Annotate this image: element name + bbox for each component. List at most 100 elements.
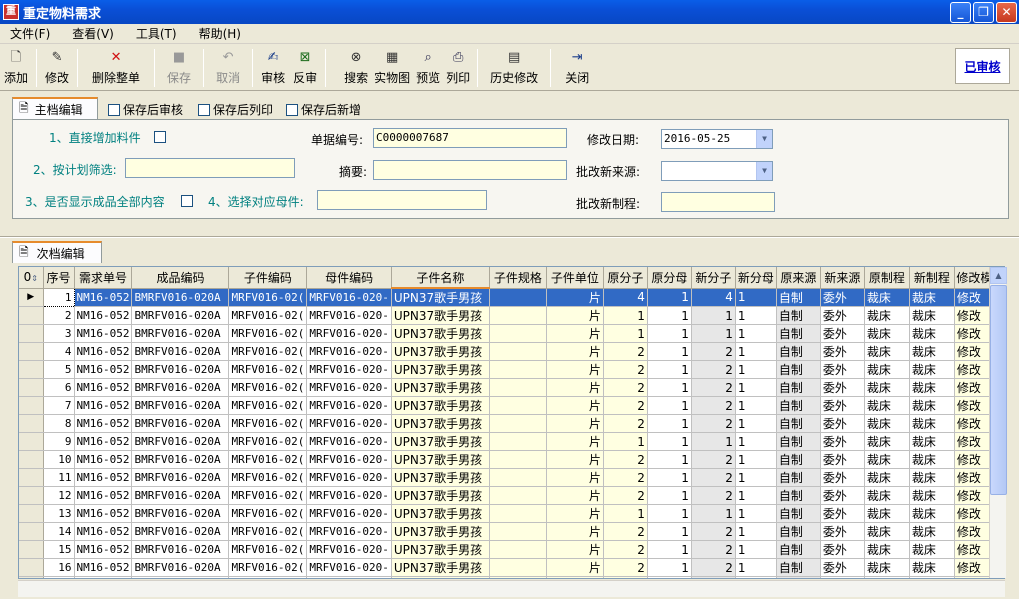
table-cell[interactable]: 15 (43, 540, 75, 559)
table-cell[interactable]: UPN37歌手男孩 (391, 558, 490, 577)
table-cell[interactable]: 裁床 (909, 504, 955, 523)
table-cell[interactable]: 1 (691, 576, 736, 578)
table-cell[interactable]: UPN37歌手男孩 (391, 396, 490, 415)
table-cell[interactable]: 2 (603, 396, 648, 415)
table-cell[interactable]: 2 (603, 558, 648, 577)
table-cell[interactable]: 2 (603, 486, 648, 505)
close-button[interactable]: ⇥ 关闭 (555, 45, 599, 89)
row-indicator[interactable] (19, 558, 44, 577)
table-cell[interactable]: 裁床 (909, 378, 955, 397)
table-cell[interactable]: 1 (735, 432, 777, 451)
table-cell[interactable]: 11 (43, 468, 75, 487)
option-save-new[interactable]: 保存后新增 (286, 101, 361, 118)
table-cell[interactable]: 自制 (776, 450, 821, 469)
table-cell[interactable]: NM16-052 (74, 468, 133, 487)
table-cell[interactable]: 裁床 (864, 504, 910, 523)
approve-button[interactable]: ✍ 审核 (257, 45, 289, 89)
table-cell[interactable] (489, 468, 547, 487)
table-cell[interactable]: 10 (43, 450, 75, 469)
summary-field[interactable] (373, 160, 567, 180)
table-cell[interactable]: 委外 (820, 468, 865, 487)
table-cell[interactable]: BMRFV016-020A (131, 288, 230, 307)
table-cell[interactable]: BMRFV016-020A (131, 450, 230, 469)
table-cell[interactable] (489, 540, 547, 559)
table-cell[interactable]: 裁床 (909, 558, 955, 577)
table-row[interactable]: 4 NM16-052 BMRFV016-020A MRFV016-02(MRFV016… (19, 342, 995, 361)
table-cell[interactable]: 片 (546, 576, 604, 578)
table-cell[interactable]: 3 (43, 324, 75, 343)
table-cell[interactable]: 委外 (820, 558, 865, 577)
table-cell[interactable]: 1 (647, 324, 692, 343)
table-cell[interactable]: NM16-052 (74, 432, 133, 451)
table-cell[interactable]: 委外 (820, 324, 865, 343)
table-cell[interactable]: 片 (546, 414, 604, 433)
table-cell[interactable]: 裁床 (909, 414, 955, 433)
horizontal-scrollbar[interactable] (18, 580, 1005, 597)
history-button[interactable]: ▤ 历史修改 (482, 45, 546, 89)
table-row[interactable]: 2 NM16-052 BMRFV016-020A MRFV016-02(MRFV016… (19, 306, 995, 325)
table-cell[interactable]: 裁床 (864, 288, 910, 307)
table-cell[interactable]: 1 (691, 504, 736, 523)
table-cell[interactable]: MRFV016-020- (306, 306, 392, 325)
table-cell[interactable]: 自制 (776, 342, 821, 361)
table-cell[interactable] (489, 486, 547, 505)
row-indicator[interactable] (19, 468, 44, 487)
row-indicator[interactable] (19, 324, 44, 343)
table-cell[interactable]: NM16-052 (74, 576, 133, 578)
table-cell[interactable]: 裁床 (864, 324, 910, 343)
table-cell[interactable]: 片 (546, 360, 604, 379)
table-cell[interactable]: 1 (691, 432, 736, 451)
table-cell[interactable]: 1 (735, 306, 777, 325)
table-cell[interactable]: 2 (691, 396, 736, 415)
table-cell[interactable]: NM16-052 (74, 396, 133, 415)
table-cell[interactable]: UPN37歌手男孩 (391, 468, 490, 487)
table-cell[interactable]: MRFV016-020- (306, 378, 392, 397)
table-cell[interactable]: 1 (647, 360, 692, 379)
table-cell[interactable] (489, 450, 547, 469)
table-cell[interactable]: 2 (691, 342, 736, 361)
search-button[interactable]: ⊗ 搜索 (330, 45, 371, 89)
table-cell[interactable]: 4 (691, 288, 736, 307)
table-cell[interactable]: 委外 (820, 432, 865, 451)
table-cell[interactable]: 裁床 (864, 576, 910, 578)
table-cell[interactable]: MRFV016-02( (228, 522, 308, 541)
table-cell[interactable]: 片 (546, 324, 604, 343)
table-cell[interactable]: NM16-052 (74, 378, 133, 397)
table-cell[interactable]: MRFV016-020- (306, 522, 392, 541)
table-cell[interactable]: 片 (546, 558, 604, 577)
table-cell[interactable]: 2 (691, 540, 736, 559)
table-cell[interactable]: 自制 (776, 468, 821, 487)
col-header[interactable]: 新分母 (735, 267, 777, 289)
table-cell[interactable]: UPN37歌手男孩 (391, 522, 490, 541)
scroll-thumb[interactable] (990, 285, 1007, 495)
table-cell[interactable]: 2 (691, 414, 736, 433)
table-cell[interactable]: MRFV016-020- (306, 288, 392, 307)
row-indicator[interactable] (19, 378, 44, 397)
detail-grid[interactable]: 0⇕ 序号 需求单号 成品编码 子件编码 母件编码 子件名称 子件规格 子件单位… (18, 266, 1005, 579)
menu-tools[interactable]: 工具(T) (126, 25, 189, 42)
row-indicator[interactable] (19, 450, 44, 469)
table-cell[interactable]: 2 (603, 342, 648, 361)
option-save-print[interactable]: 保存后列印 (198, 101, 273, 118)
new-source-select[interactable]: ▼ (661, 161, 773, 181)
table-cell[interactable]: 裁床 (909, 540, 955, 559)
table-cell[interactable] (489, 558, 547, 577)
table-cell[interactable]: NM16-052 (74, 450, 133, 469)
row-indicator[interactable] (19, 486, 44, 505)
table-cell[interactable]: UPN37歌手男孩 (391, 288, 490, 307)
checkbox[interactable] (286, 103, 298, 116)
table-cell[interactable]: MRFV016-020- (306, 576, 392, 578)
table-cell[interactable]: 13 (43, 504, 75, 523)
table-row[interactable]: 8 NM16-052 BMRFV016-020A MRFV016-02(MRFV016… (19, 414, 995, 433)
table-cell[interactable]: 2 (691, 450, 736, 469)
col-header[interactable]: 母件编码 (306, 267, 392, 289)
table-cell[interactable]: MRFV016-02( (228, 342, 308, 361)
vertical-scrollbar[interactable]: ▲ (989, 267, 1007, 578)
table-cell[interactable]: 1 (647, 504, 692, 523)
table-cell[interactable]: MRFV016-020- (306, 324, 392, 343)
table-cell[interactable]: MRFV016-020- (306, 432, 392, 451)
table-cell[interactable]: BMRFV016-020A (131, 558, 230, 577)
table-cell[interactable] (489, 522, 547, 541)
col-header[interactable]: 新分子 (691, 267, 736, 289)
table-cell[interactable]: 裁床 (864, 522, 910, 541)
